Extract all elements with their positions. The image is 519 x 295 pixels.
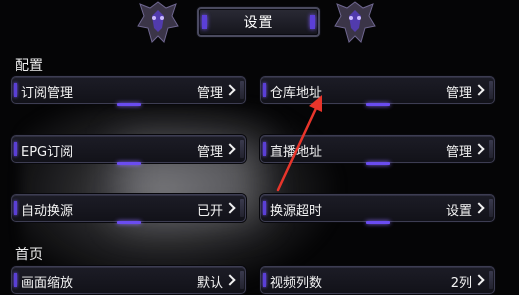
section-title-config: 配置 (15, 58, 43, 74)
screen-scale-item[interactable]: 画面缩放 默认 (11, 266, 246, 294)
emblem-left-icon (137, 1, 179, 43)
chevron-right-icon (473, 202, 485, 214)
warehouse-value: 管理 (445, 86, 472, 101)
page-title-plate: 设置 (197, 7, 320, 37)
live-label: 直播地址 (270, 145, 323, 160)
epg-value: 管理 (196, 145, 223, 160)
switch-timeout-value: 设置 (445, 204, 472, 219)
scale-label: 画面缩放 (21, 276, 74, 291)
warehouse-label: 仓库地址 (270, 86, 323, 101)
columns-label: 视频列数 (270, 276, 323, 291)
live-address-item[interactable]: 直播地址 管理 (260, 135, 495, 165)
auto-switch-label: 自动换源 (21, 204, 74, 219)
video-columns-item[interactable]: 视频列数 2列 (260, 266, 495, 294)
chevron-right-icon (473, 84, 485, 96)
live-value: 管理 (445, 145, 472, 160)
subscription-label: 订阅管理 (21, 86, 74, 101)
epg-subscription-item[interactable]: EPG订阅 管理 (11, 135, 246, 165)
epg-label: EPG订阅 (21, 145, 74, 160)
columns-value: 2列 (450, 276, 472, 291)
emblem-right-icon (334, 1, 376, 43)
warehouse-address-item[interactable]: 仓库地址 管理 (260, 76, 495, 106)
chevron-right-icon (473, 274, 485, 286)
chevron-right-icon (224, 84, 236, 96)
subscription-manage-item[interactable]: 订阅管理 管理 (11, 76, 246, 106)
chevron-right-icon (473, 143, 485, 155)
page-title: 设置 (243, 15, 274, 31)
section-title-home: 首页 (15, 247, 43, 263)
chevron-right-icon (224, 202, 236, 214)
chevron-right-icon (224, 274, 236, 286)
auto-switch-source-item[interactable]: 自动换源 已开 (11, 194, 246, 224)
chevron-right-icon (224, 143, 236, 155)
switch-timeout-item[interactable]: 换源超时 设置 (260, 194, 495, 224)
auto-switch-value: 已开 (196, 204, 223, 219)
scale-value: 默认 (196, 276, 223, 291)
subscription-value: 管理 (196, 86, 223, 101)
switch-timeout-label: 换源超时 (270, 204, 323, 219)
